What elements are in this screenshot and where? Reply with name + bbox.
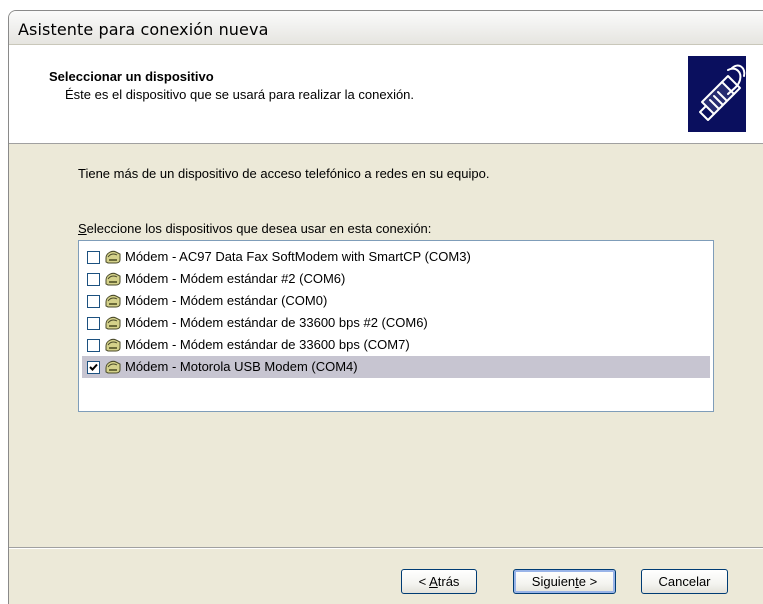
footer-divider (9, 547, 763, 549)
checkbox-checked[interactable] (87, 361, 100, 374)
list-label-text: eleccione los dispositivos que desea usa… (86, 221, 432, 236)
checkbox[interactable] (87, 273, 100, 286)
list-item-label: Módem - Módem estándar de 33600 bps (COM… (125, 337, 410, 352)
header-title: Seleccionar un dispositivo (49, 69, 214, 84)
list-item[interactable]: Módem - AC97 Data Fax SoftModem with Sma… (82, 246, 710, 268)
list-item-label: Módem - Módem estándar #2 (COM6) (125, 271, 346, 286)
list-item[interactable]: Módem - Módem estándar de 33600 bps (COM… (82, 334, 710, 356)
network-cable-icon (688, 56, 746, 132)
modem-icon (104, 293, 122, 309)
next-button[interactable]: Siguiente > (513, 569, 616, 594)
list-item-selected[interactable]: Módem - Motorola USB Modem (COM4) (82, 356, 710, 378)
check-mark-icon (89, 363, 98, 371)
list-item[interactable]: Módem - Módem estándar #2 (COM6) (82, 268, 710, 290)
next-button-prefix: Siguien (531, 573, 576, 589)
back-button[interactable]: < Atrás (401, 569, 477, 594)
modem-icon (104, 249, 122, 265)
list-item-label: Módem - Módem estándar de 33600 bps #2 (… (125, 315, 428, 330)
checkbox[interactable] (87, 339, 100, 352)
back-button-suffix: trás (437, 573, 460, 589)
list-item-label: Módem - AC97 Data Fax SoftModem with Sma… (125, 249, 471, 264)
modem-icon (104, 315, 122, 331)
device-list-label: Seleccione los dispositivos que desea us… (78, 221, 431, 236)
back-button-accelerator: A (429, 573, 438, 589)
list-item-label: Módem - Módem estándar (COM0) (125, 293, 328, 308)
header-subtitle: Éste es el dispositivo que se usará para… (65, 87, 415, 102)
checkbox[interactable] (87, 317, 100, 330)
checkbox[interactable] (87, 251, 100, 264)
checkbox[interactable] (87, 295, 100, 308)
wizard-window: Asistente para conexión nueva Selecciona… (8, 10, 763, 604)
title-bar[interactable]: Asistente para conexión nueva (9, 11, 763, 45)
device-list[interactable]: Módem - AC97 Data Fax SoftModem with Sma… (78, 240, 714, 412)
modem-icon (104, 359, 122, 375)
list-item-label: Módem - Motorola USB Modem (COM4) (125, 359, 358, 374)
list-item[interactable]: Módem - Módem estándar (COM0) (82, 290, 710, 312)
back-button-prefix: < (418, 573, 430, 589)
cancel-button[interactable]: Cancelar (641, 569, 728, 594)
wizard-header: Seleccionar un dispositivo Éste es el di… (9, 45, 763, 144)
info-text: Tiene más de un dispositivo de acceso te… (78, 166, 490, 181)
list-label-accelerator: S (78, 221, 87, 236)
next-button-suffix: e > (578, 573, 598, 589)
modem-icon (104, 271, 122, 287)
list-item[interactable]: Módem - Módem estándar de 33600 bps #2 (… (82, 312, 710, 334)
modem-icon (104, 337, 122, 353)
window-title: Asistente para conexión nueva (18, 20, 269, 39)
